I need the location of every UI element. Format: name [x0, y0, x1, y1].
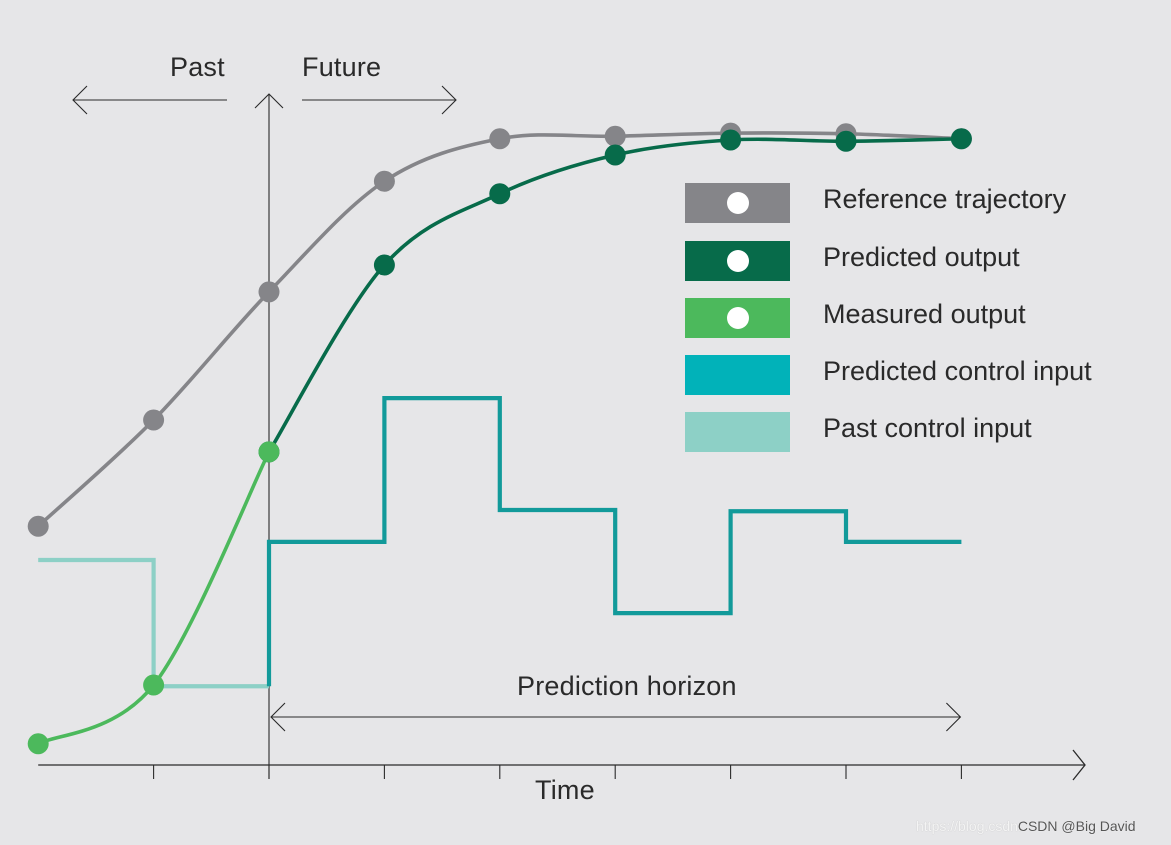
watermark-credit: CSDN @Big David — [1017, 818, 1136, 834]
predicted-output-point — [489, 183, 511, 205]
legend-swatch — [685, 412, 790, 452]
predicted-output-point — [720, 129, 742, 151]
legend-swatch — [685, 298, 790, 338]
legend-label: Reference trajectory — [823, 184, 1067, 214]
legend-label: Predicted output — [823, 242, 1020, 272]
past-label: Past — [170, 52, 225, 82]
future-label: Future — [302, 52, 382, 82]
marker-icon — [727, 192, 749, 214]
marker-icon — [727, 250, 749, 272]
legend-item-past-control-input: Past control input — [685, 412, 1115, 452]
reference-trajectory-point — [604, 125, 626, 147]
legend-item-measured-output: Measured output — [685, 298, 1115, 338]
time-axis-label: Time — [535, 775, 595, 805]
reference-trajectory-point — [143, 409, 165, 431]
legend-swatch — [685, 183, 790, 223]
predicted-output-point — [950, 128, 972, 150]
legend-label: Past control input — [823, 413, 1032, 443]
legend-item-predicted-output: Predicted output — [685, 241, 1115, 281]
legend-label: Measured output — [823, 299, 1026, 329]
reference-trajectory-point — [27, 515, 49, 537]
marker-icon — [727, 307, 749, 329]
legend-item-reference-trajectory: Reference trajectory — [685, 183, 1115, 223]
measured-output-point — [143, 674, 165, 696]
legend-swatch — [685, 355, 790, 395]
watermark-url: https://blog.csdn. — [916, 818, 1022, 834]
predicted-output-point — [373, 254, 395, 276]
legend-item-predicted-control-input: Predicted control input — [685, 355, 1115, 395]
reference-trajectory-point — [373, 170, 395, 192]
past-control-input-line — [38, 557, 269, 689]
predicted-output-point — [604, 144, 626, 166]
measured-output-point — [258, 441, 280, 463]
reference-trajectory-point — [258, 281, 280, 303]
legend-label: Predicted control input — [823, 356, 1092, 386]
legend-swatch — [685, 241, 790, 281]
measured-output-point — [27, 733, 49, 755]
watermark: https://blog.csdn.CSDN @Big David — [916, 818, 1136, 834]
reference-trajectory-point — [489, 128, 511, 150]
prediction-horizon-label: Prediction horizon — [517, 671, 737, 701]
predicted-output-point — [835, 130, 857, 152]
